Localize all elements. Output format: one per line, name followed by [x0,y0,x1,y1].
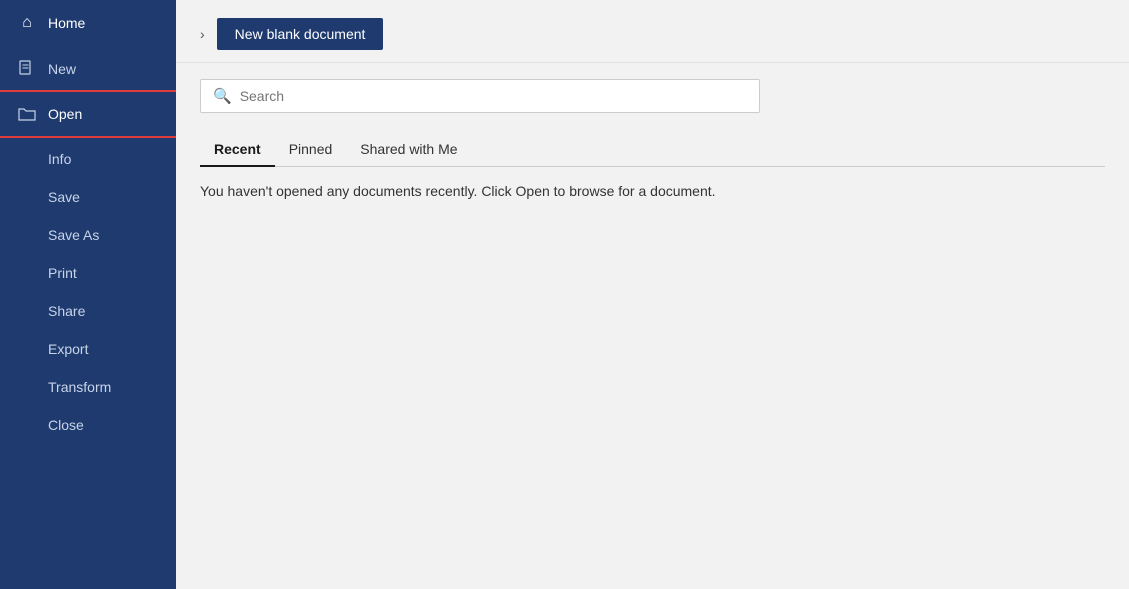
sidebar-item-transform[interactable]: Transform [0,368,176,406]
sidebar-item-new[interactable]: New [0,46,176,92]
sidebar-item-open-label: Open [48,106,82,122]
main-content: › New blank document 🔍 Recent Pinned Sha… [176,0,1129,589]
search-icon: 🔍 [213,87,232,105]
search-input[interactable] [240,88,747,104]
new-doc-icon [18,60,36,78]
sidebar-item-save[interactable]: Save [0,178,176,216]
chevron-icon: › [200,26,205,42]
sidebar: ⌂ Home New Open Info Save Save As [0,0,176,589]
new-blank-document-button[interactable]: New blank document [217,18,384,50]
open-folder-icon [18,106,36,122]
tab-recent[interactable]: Recent [200,133,275,167]
empty-recent-message: You haven't opened any documents recentl… [200,183,1105,199]
sidebar-item-share[interactable]: Share [0,292,176,330]
sidebar-item-info[interactable]: Info [0,140,176,178]
sidebar-item-close[interactable]: Close [0,406,176,444]
main-body: 🔍 Recent Pinned Shared with Me You haven… [176,63,1129,589]
home-icon: ⌂ [18,14,36,32]
sidebar-menu-items: Info Save Save As Print Share Export Tra… [0,140,176,444]
main-top-bar: › New blank document [176,0,1129,63]
sidebar-item-home-label: Home [48,15,85,31]
tab-shared-with-me[interactable]: Shared with Me [346,133,471,167]
sidebar-item-new-label: New [48,61,76,77]
sidebar-item-home[interactable]: ⌂ Home [0,0,176,46]
tab-pinned[interactable]: Pinned [275,133,347,167]
sidebar-item-export[interactable]: Export [0,330,176,368]
tab-bar: Recent Pinned Shared with Me [200,133,1105,167]
sidebar-item-print[interactable]: Print [0,254,176,292]
search-bar: 🔍 [200,79,760,113]
sidebar-item-open[interactable]: Open [0,92,176,136]
sidebar-item-save-as[interactable]: Save As [0,216,176,254]
